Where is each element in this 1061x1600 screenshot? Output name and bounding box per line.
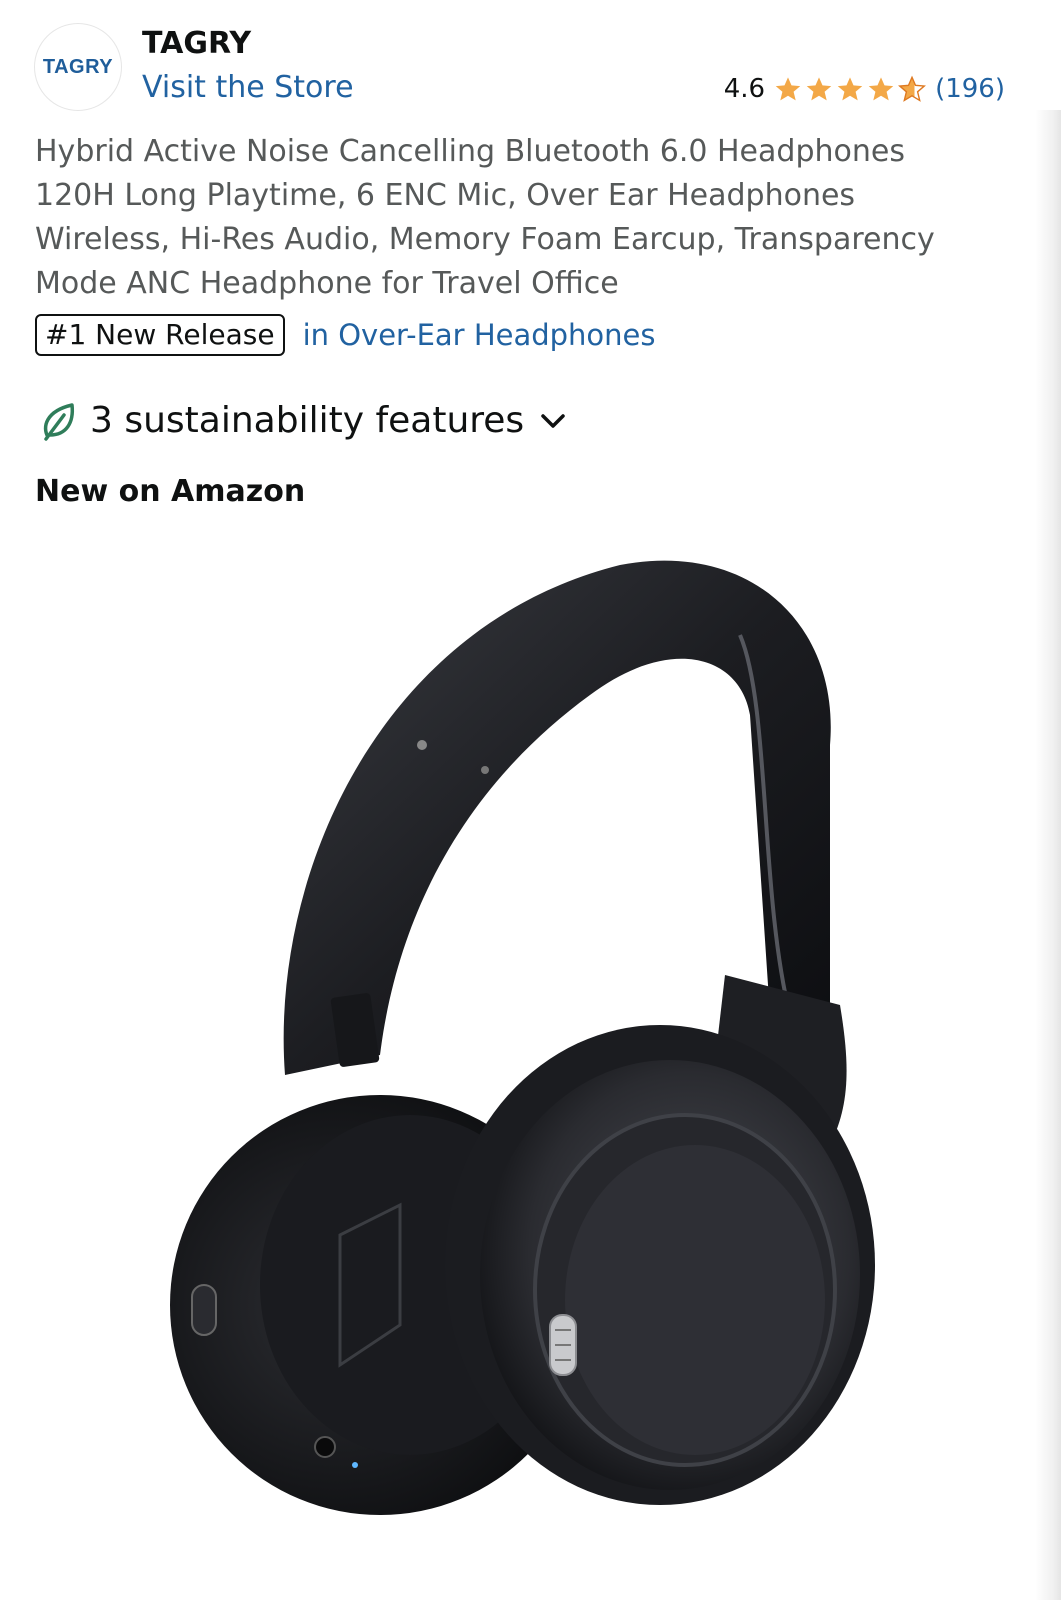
half-star-icon: [898, 75, 927, 102]
headphones-product-image[interactable]: [150, 545, 920, 1525]
star-icon: [806, 77, 832, 101]
edge-shadow: [1035, 110, 1061, 1600]
sustainability-label: 3 sustainability features: [90, 400, 525, 441]
brand-logo[interactable]: TAGRY: [35, 24, 121, 110]
leaf-icon: [43, 402, 75, 441]
rating-summary[interactable]: 4.6 (196): [724, 74, 1005, 104]
brand-logo-text: TAGRY: [42, 55, 114, 78]
product-title: Hybrid Active Noise Cancelling Bluetooth…: [35, 134, 935, 301]
brand-name[interactable]: TAGRY: [142, 26, 251, 61]
star-icon: [775, 77, 801, 101]
badge-category-link[interactable]: in Over-Ear Headphones: [303, 318, 656, 352]
product-page: TAGRY TAGRY Visit the Store 4.6 (196) Hy…: [0, 0, 1061, 1600]
sustainability-features-toggle[interactable]: 3 sustainability features: [40, 400, 568, 441]
best-seller-badge-row[interactable]: #1 New Release in Over-Ear Headphones: [35, 314, 656, 356]
visit-store-link[interactable]: Visit the Store: [142, 70, 354, 105]
section-label: New on Amazon: [35, 474, 306, 509]
star-rating: [773, 75, 927, 103]
star-icon: [837, 77, 863, 101]
rating-count-link[interactable]: (196): [935, 74, 1005, 104]
chevron-down-icon: [541, 413, 565, 428]
new-release-badge[interactable]: #1 New Release: [35, 314, 285, 356]
star-icon: [868, 77, 894, 101]
rating-value: 4.6: [723, 74, 766, 104]
